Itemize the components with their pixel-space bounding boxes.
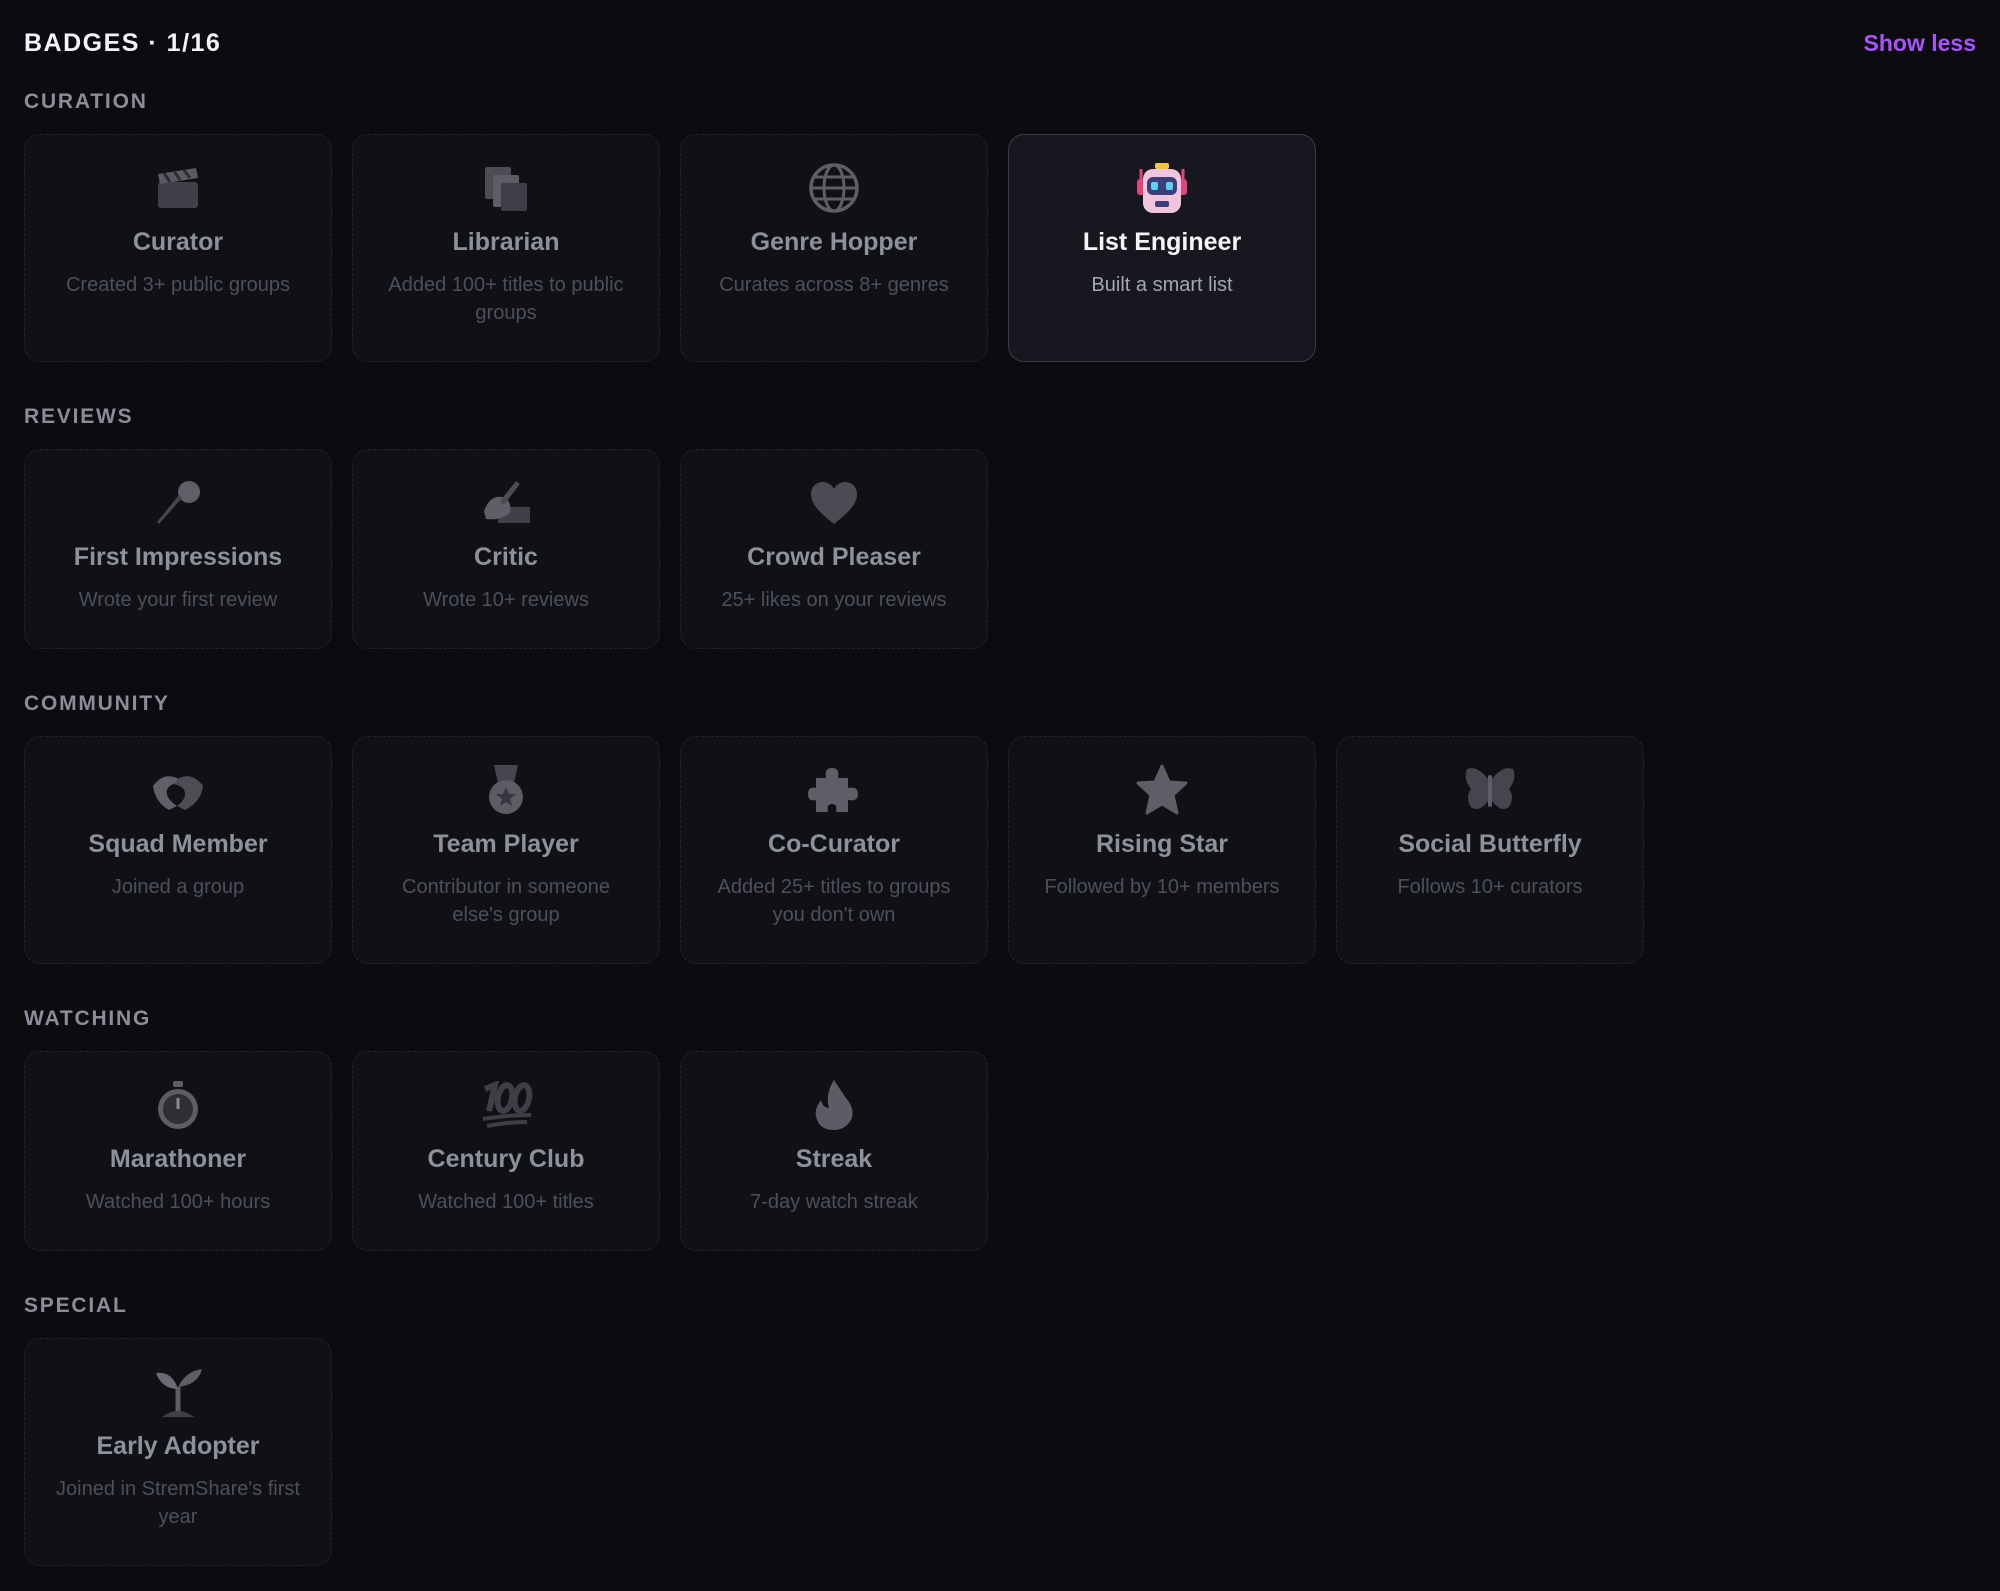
writing-hand-icon [477, 476, 535, 530]
section-curation: CURATION Curator Created 3+ public group… [24, 88, 1316, 362]
microphone-icon [149, 476, 207, 530]
badge-description: Followed by 10+ members [1044, 876, 1280, 898]
badge-card-rising-star[interactable]: Rising Star Followed by 10+ members [1008, 736, 1316, 964]
badge-description: 25+ likes on your reviews [721, 589, 947, 611]
stopwatch-icon [149, 1078, 207, 1132]
badge-card-social-butterfly[interactable]: Social Butterfly Follows 10+ curators [1336, 736, 1644, 964]
badge-card-early-adopter[interactable]: Early Adopter Joined in StremShare's fir… [24, 1338, 332, 1566]
section-title: WATCHING [24, 1007, 152, 1030]
badge-name: Crowd Pleaser [747, 543, 921, 571]
badge-card-curator[interactable]: Curator Created 3+ public groups [24, 134, 332, 362]
badge-description: Wrote 10+ reviews [423, 589, 589, 611]
badge-description: Follows 10+ curators [1397, 876, 1583, 898]
badge-name: Rising Star [1096, 830, 1228, 858]
badge-name: Co-Curator [768, 830, 900, 858]
badge-card-marathoner[interactable]: Marathoner Watched 100+ hours [24, 1051, 332, 1251]
badges-header: BADGES · 1/16 Show less [24, 26, 1976, 60]
badge-grid: First Impressions Wrote your first revie… [24, 449, 988, 649]
badge-name: Team Player [433, 830, 579, 858]
badge-card-genre-hopper[interactable]: Genre Hopper Curates across 8+ genres [680, 134, 988, 362]
badge-name: First Impressions [73, 543, 283, 571]
badge-description: Added 25+ titles to groups you don't own [717, 876, 951, 926]
robot-icon [1133, 161, 1191, 215]
badge-description: Wrote your first review [78, 589, 278, 611]
star-icon [1133, 763, 1191, 817]
section-reviews: REVIEWS First Impressions Wrote your fir… [24, 403, 988, 649]
clapperboard-icon [149, 161, 207, 215]
badge-grid: Early Adopter Joined in StremShare's fir… [24, 1338, 332, 1566]
badge-name: Social Butterfly [1398, 830, 1582, 858]
badge-card-list-engineer[interactable]: List Engineer Built a smart list [1008, 134, 1316, 362]
badge-description: Added 100+ titles to public groups [388, 274, 624, 324]
medal-icon [477, 763, 535, 817]
stacked-pages-icon [477, 161, 535, 215]
globe-icon [805, 161, 863, 215]
badge-grid: Curator Created 3+ public groups Librari… [24, 134, 1316, 362]
badge-description: 7-day watch streak [750, 1191, 918, 1213]
badge-name: Librarian [452, 228, 560, 256]
badge-card-squad-member[interactable]: Squad Member Joined a group [24, 736, 332, 964]
badge-description: Contributor in someone else's group [402, 876, 610, 926]
badge-card-century-club[interactable]: Century Club Watched 100+ titles [352, 1051, 660, 1251]
handshake-icon [149, 763, 207, 817]
badge-description: Created 3+ public groups [65, 274, 291, 296]
show-less-link[interactable]: Show less [1864, 30, 1976, 57]
section-community: COMMUNITY Squad Member Joined a group Te… [24, 690, 1644, 964]
puzzle-piece-icon [805, 763, 863, 817]
badge-name: Century Club [427, 1145, 585, 1173]
badge-description: Joined a group [111, 876, 245, 898]
badge-description: Built a smart list [1091, 274, 1233, 296]
section-title: SPECIAL [24, 1294, 128, 1317]
flame-icon [805, 1078, 863, 1132]
seedling-icon [149, 1365, 207, 1419]
section-watching: WATCHING Marathoner Watched 100+ hours C… [24, 1005, 988, 1251]
badge-card-crowd-pleaser[interactable]: Crowd Pleaser 25+ likes on your reviews [680, 449, 988, 649]
section-title: REVIEWS [24, 405, 134, 428]
section-title: CURATION [24, 90, 148, 113]
hundred-points-icon [477, 1078, 535, 1132]
badge-card-librarian[interactable]: Librarian Added 100+ titles to public gr… [352, 134, 660, 362]
badge-name: List Engineer [1082, 228, 1242, 256]
section-title: COMMUNITY [24, 692, 170, 715]
badge-grid: Marathoner Watched 100+ hours Century Cl… [24, 1051, 988, 1251]
badges-title: BADGES · 1/16 [24, 28, 222, 57]
badge-description: Joined in StremShare's first year [56, 1478, 300, 1528]
badge-card-streak[interactable]: Streak 7-day watch streak [680, 1051, 988, 1251]
badge-name: Streak [795, 1145, 873, 1173]
badge-name: Critic [474, 543, 538, 571]
badge-card-critic[interactable]: Critic Wrote 10+ reviews [352, 449, 660, 649]
badge-description: Curates across 8+ genres [719, 274, 949, 296]
badge-name: Early Adopter [96, 1432, 260, 1460]
badge-grid: Squad Member Joined a group Team Player … [24, 736, 1644, 964]
badge-name: Genre Hopper [750, 228, 918, 256]
badge-name: Marathoner [109, 1145, 247, 1173]
section-special: SPECIAL Early Adopter Joined in StremSha… [24, 1292, 332, 1566]
badge-card-team-player[interactable]: Team Player Contributor in someone else'… [352, 736, 660, 964]
badge-name: Curator [132, 228, 224, 256]
butterfly-icon [1461, 763, 1519, 817]
badge-card-first-impressions[interactable]: First Impressions Wrote your first revie… [24, 449, 332, 649]
badges-page: BADGES · 1/16 Show less CURATION Curator… [0, 0, 2000, 1591]
badge-card-co-curator[interactable]: Co-Curator Added 25+ titles to groups yo… [680, 736, 988, 964]
badge-description: Watched 100+ hours [85, 1191, 271, 1213]
heart-icon [805, 476, 863, 530]
badge-description: Watched 100+ titles [418, 1191, 594, 1213]
badge-name: Squad Member [88, 830, 268, 858]
